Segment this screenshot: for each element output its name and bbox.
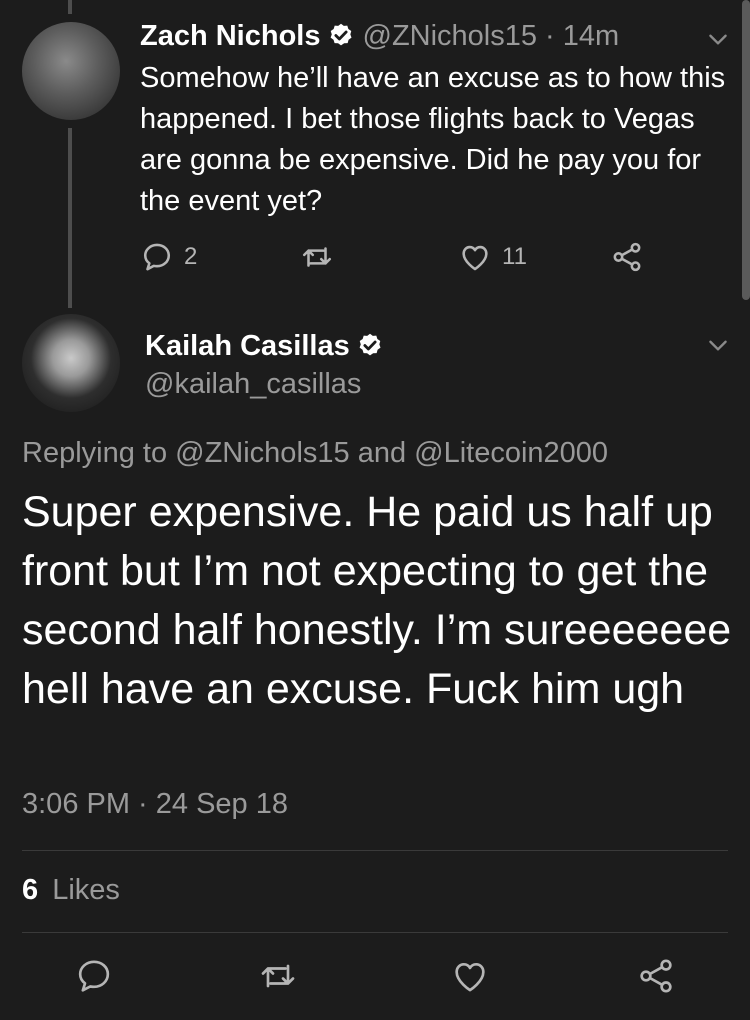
chevron-down-icon[interactable] — [705, 26, 731, 52]
chevron-down-icon[interactable] — [705, 332, 731, 358]
tweet-timestamp: 3:06 PM · 24 Sep 18 — [22, 788, 288, 820]
likes-count: 6 — [22, 874, 39, 906]
heart-icon — [462, 245, 488, 271]
reply-tweet[interactable]: Zach Nichols @ZNichols15 · 14m Somehow h… — [0, 0, 750, 300]
replying-to-line[interactable]: Replying to @ZNichols15 and @Litecoin200… — [22, 437, 608, 470]
main-handle[interactable]: @kailah_casillas — [145, 368, 361, 401]
reply-author-row: Zach Nichols @ZNichols15 · 14m — [140, 14, 619, 58]
reply-icon — [143, 243, 171, 271]
avatar-kailah-casillas[interactable] — [22, 314, 120, 412]
reply-count: 2 — [184, 243, 198, 270]
like-count: 11 — [502, 243, 527, 270]
main-share-button[interactable] — [636, 956, 676, 996]
reply-reply-button[interactable]: 2 — [140, 240, 197, 274]
main-like-button[interactable] — [450, 956, 490, 996]
heart-icon — [455, 963, 485, 992]
reply-display-name[interactable]: Zach Nichols — [140, 20, 321, 53]
verified-badge-icon — [359, 333, 381, 356]
share-icon — [640, 959, 672, 993]
main-reply-button[interactable] — [74, 956, 114, 996]
avatar-zach-nichols[interactable] — [22, 22, 120, 120]
divider — [22, 932, 728, 933]
main-author-row: Kailah Casillas — [145, 324, 384, 368]
share-icon — [613, 242, 641, 272]
reply-icon — [78, 960, 110, 992]
reply-handle-time: @ZNichols15 · 14m — [362, 19, 620, 52]
main-display-name[interactable]: Kailah Casillas — [145, 330, 350, 363]
main-retweet-button[interactable] — [258, 956, 298, 996]
verified-badge-icon — [330, 23, 351, 46]
reply-share-button[interactable] — [610, 240, 644, 274]
divider — [22, 850, 728, 851]
retweet-icon — [261, 964, 295, 988]
reply-action-bar: 2 11 — [140, 240, 740, 280]
retweet-icon — [302, 247, 332, 267]
likes-label: Likes — [52, 874, 120, 906]
likes-summary[interactable]: 6 Likes — [22, 874, 120, 907]
main-action-bar — [0, 952, 750, 1002]
reply-like-button[interactable]: 11 — [458, 240, 527, 274]
reply-retweet-button[interactable] — [300, 240, 334, 274]
main-tweet-text: Super expensive. He paid us half up fron… — [22, 488, 732, 713]
reply-text: Somehow he’ll have an excuse as to how t… — [140, 62, 726, 217]
